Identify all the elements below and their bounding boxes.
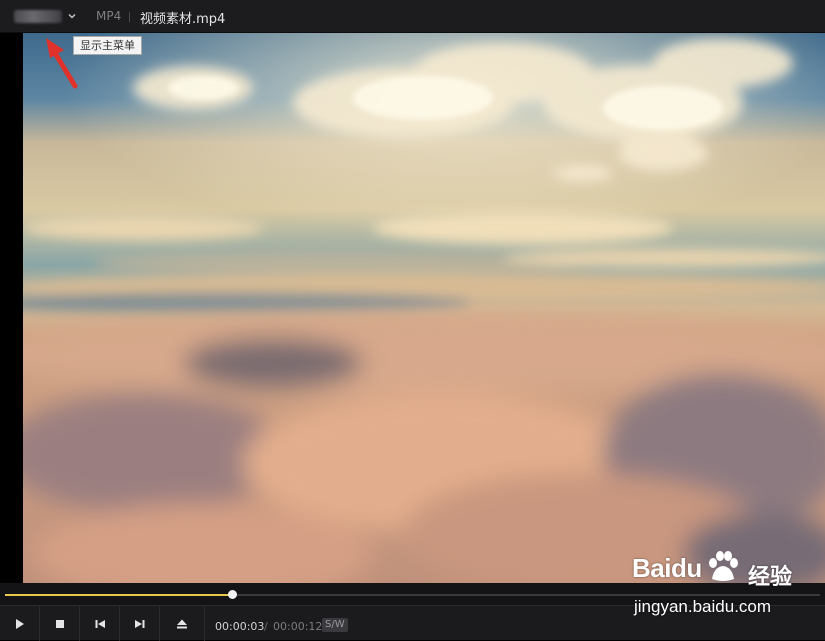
format-label: MP4 — [96, 9, 122, 23]
video-frame[interactable] — [23, 33, 825, 583]
stop-button[interactable] — [40, 606, 80, 641]
watermark-brand: Baidu — [632, 553, 702, 583]
skip-previous-icon — [95, 619, 105, 628]
skip-next-icon — [134, 619, 144, 628]
current-time: 00:00:03 — [215, 620, 265, 633]
previous-button[interactable] — [80, 606, 120, 641]
title-bar: MP4 视频素材.mp4 — [0, 0, 825, 33]
file-name: 视频素材.mp4 — [140, 12, 226, 27]
total-time: 00:00:12 — [273, 620, 323, 633]
baidu-watermark: Baidu 经验 jingyan.baidu.com — [632, 551, 793, 623]
menu-tooltip: 显示主菜单 — [73, 36, 142, 55]
video-image — [23, 33, 825, 583]
video-letterbox — [0, 33, 23, 583]
sw-decoder-badge[interactable]: S/W — [322, 618, 348, 632]
divider — [129, 12, 130, 22]
app-logo — [14, 10, 62, 23]
play-icon — [15, 618, 24, 629]
seek-bar-fill — [5, 594, 232, 596]
watermark-url: jingyan.baidu.com — [634, 597, 772, 616]
main-menu-button[interactable] — [0, 0, 86, 33]
eject-icon — [177, 619, 187, 628]
watermark-brand-cn: 经验 — [748, 565, 793, 590]
open-file-button[interactable] — [160, 606, 205, 641]
time-separator: / — [264, 620, 268, 633]
seek-handle[interactable] — [227, 590, 237, 599]
chevron-down-icon — [68, 14, 76, 19]
paw-logo-icon — [709, 551, 738, 581]
play-button[interactable] — [0, 606, 40, 641]
next-button[interactable] — [120, 606, 160, 641]
stop-icon — [55, 619, 64, 628]
